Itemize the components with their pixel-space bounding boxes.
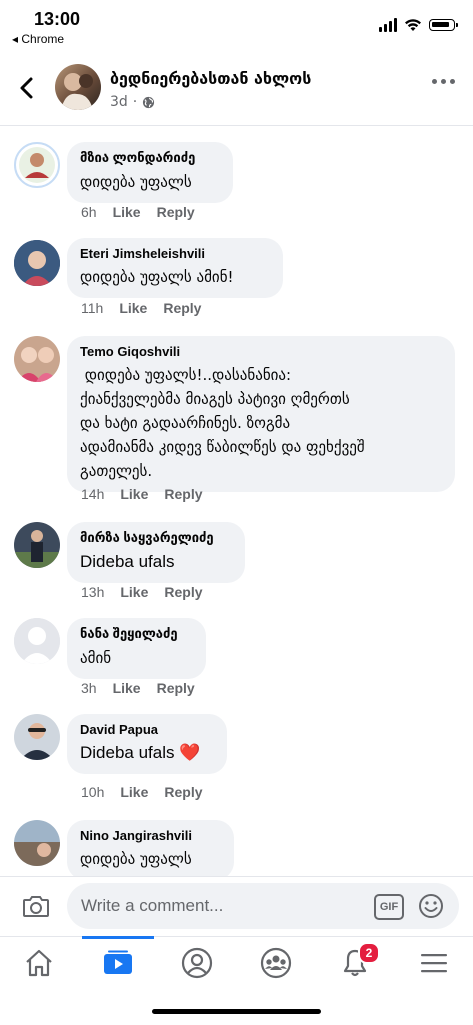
comment-author[interactable]: ნანა შეყილაძე	[80, 626, 193, 642]
reply-button[interactable]: Reply	[164, 784, 202, 800]
notification-badge: 2	[358, 942, 380, 964]
comment-text: Dideba ufals	[80, 552, 175, 571]
wifi-icon	[405, 19, 421, 31]
tab-home[interactable]	[0, 937, 78, 989]
like-button[interactable]: Like	[120, 784, 148, 800]
hamburger-menu-icon	[421, 954, 447, 973]
reply-button[interactable]: Reply	[163, 300, 201, 316]
like-button[interactable]: Like	[120, 584, 148, 600]
comment-bubble: მირზა საყვარელიძე Dideba ufals	[67, 522, 245, 583]
reply-button[interactable]: Reply	[164, 584, 202, 600]
comment-text-line: და ხატი გადაარჩინეს. ზოგმა	[80, 414, 291, 432]
comment-time: 13h	[81, 584, 105, 600]
reply-button[interactable]: Reply	[157, 204, 195, 220]
comment-actions: 13h Like Reply	[81, 584, 203, 600]
comment-actions: 3h Like Reply	[81, 680, 195, 696]
like-button[interactable]: Like	[113, 680, 141, 696]
comment-bubble: David Papua Dideba ufals ❤️	[67, 714, 227, 774]
groups-icon	[260, 947, 292, 979]
status-time: 13:00	[34, 9, 81, 29]
reply-button[interactable]: Reply	[164, 486, 202, 502]
avatar[interactable]	[14, 714, 60, 760]
comment-text-content: Dideba ufals	[80, 743, 175, 762]
battery-icon	[429, 19, 458, 31]
comment-text: Dideba ufals ❤️	[80, 741, 214, 765]
comment-author[interactable]: მზია ლონდარიძე	[80, 150, 220, 166]
dot-separator: ·	[132, 94, 138, 110]
page-title[interactable]: ბედნიერებასთან ახლოს	[110, 69, 311, 88]
tab-menu[interactable]	[395, 937, 473, 989]
comment-time: 14h	[81, 486, 105, 502]
comment-bubble: Temo Giqoshvili დიდება უფალს!..დასანანია…	[67, 336, 455, 492]
comment-text-line: ადამიანმა კიდევ წაბილწეს და ფეხქვეშ	[80, 438, 365, 456]
back-arrow-icon[interactable]	[16, 73, 40, 103]
avatar[interactable]	[14, 240, 60, 286]
reply-button[interactable]: Reply	[157, 680, 195, 696]
comment-author[interactable]: მირზა საყვარელიძე	[80, 530, 232, 546]
gif-button[interactable]: GIF	[374, 894, 404, 920]
comment-actions: 14h Like Reply	[81, 486, 203, 502]
page-avatar[interactable]	[55, 64, 101, 110]
home-indicator[interactable]	[152, 1009, 321, 1014]
tab-watch[interactable]	[79, 936, 157, 989]
avatar[interactable]	[14, 618, 60, 664]
comment-text: დიდება უფალს ამინ!	[80, 268, 234, 286]
tab-groups[interactable]	[237, 937, 315, 989]
post-time: 3d	[110, 94, 128, 110]
avatar[interactable]	[14, 142, 60, 188]
like-button[interactable]: Like	[120, 486, 148, 502]
heart-emoji-icon: ❤️	[179, 743, 201, 762]
comment-composer: Write a comment... GIF	[0, 876, 473, 937]
profile-icon	[181, 947, 213, 979]
comment-bubble: Eteri Jimsheleishvili დიდება უფალს ამინ!	[67, 238, 283, 298]
post-header: ბედნიერებასთან ახლოს 3d ·	[0, 55, 473, 126]
emoji-icon[interactable]	[417, 892, 445, 920]
post-meta: 3d ·	[110, 94, 155, 110]
comment-time: 3h	[81, 680, 97, 696]
comment-bubble: Nino Jangirashvili დიდება უფალს	[67, 820, 234, 876]
globe-icon	[143, 96, 155, 108]
more-options-icon[interactable]	[432, 79, 455, 84]
comments-list: მზია ლონდარიძე დიდება უფალს 6h Like Repl…	[0, 126, 473, 876]
comment-author[interactable]: Nino Jangirashvili	[80, 828, 221, 843]
comment-input[interactable]: Write a comment... GIF	[67, 883, 459, 929]
comment-text-line: ქიანქველებმა მიაგეს პატივი ღმერთს	[80, 390, 350, 408]
comment-author[interactable]: David Papua	[80, 722, 214, 737]
comment-text: დიდება უფალს	[80, 850, 192, 868]
comment-time: 6h	[81, 204, 97, 220]
comment-time: 11h	[81, 300, 104, 316]
avatar[interactable]	[14, 336, 60, 382]
comment-author[interactable]: Eteri Jimsheleishvili	[80, 246, 270, 261]
camera-icon[interactable]	[22, 893, 50, 919]
comment-actions: 6h Like Reply	[81, 204, 195, 220]
signal-icon	[379, 18, 397, 32]
comment-author[interactable]: Temo Giqoshvili	[80, 344, 442, 359]
comment-time: 10h	[81, 784, 105, 800]
avatar[interactable]	[14, 522, 60, 568]
video-icon	[104, 950, 132, 974]
comment-actions: 10h Like Reply	[81, 784, 203, 800]
tab-profile[interactable]	[158, 937, 236, 989]
avatar[interactable]	[14, 820, 60, 866]
comment-input-placeholder: Write a comment...	[81, 896, 224, 915]
home-icon	[26, 949, 52, 977]
tab-notifications[interactable]: 2	[316, 937, 394, 989]
comment-bubble: ნანა შეყილაძე ამინ	[67, 618, 206, 679]
comment-text: ამინ	[80, 649, 112, 667]
status-icons	[379, 18, 458, 32]
status-bar: 13:00 ◂ Chrome	[0, 0, 473, 50]
comment-text-line: გათელეს.	[80, 462, 153, 480]
comment-text: დიდება უფალს	[80, 173, 192, 191]
comment-text-line: დიდება უფალს!..დასანანია:	[80, 366, 292, 384]
back-to-app-link[interactable]: ◂ Chrome	[12, 32, 64, 46]
comment-actions: 11h Like Reply	[81, 300, 201, 316]
comment-bubble: მზია ლონდარიძე დიდება უფალს	[67, 142, 233, 203]
like-button[interactable]: Like	[113, 204, 141, 220]
bottom-tab-bar: 2	[0, 936, 473, 1025]
like-button[interactable]: Like	[119, 300, 147, 316]
